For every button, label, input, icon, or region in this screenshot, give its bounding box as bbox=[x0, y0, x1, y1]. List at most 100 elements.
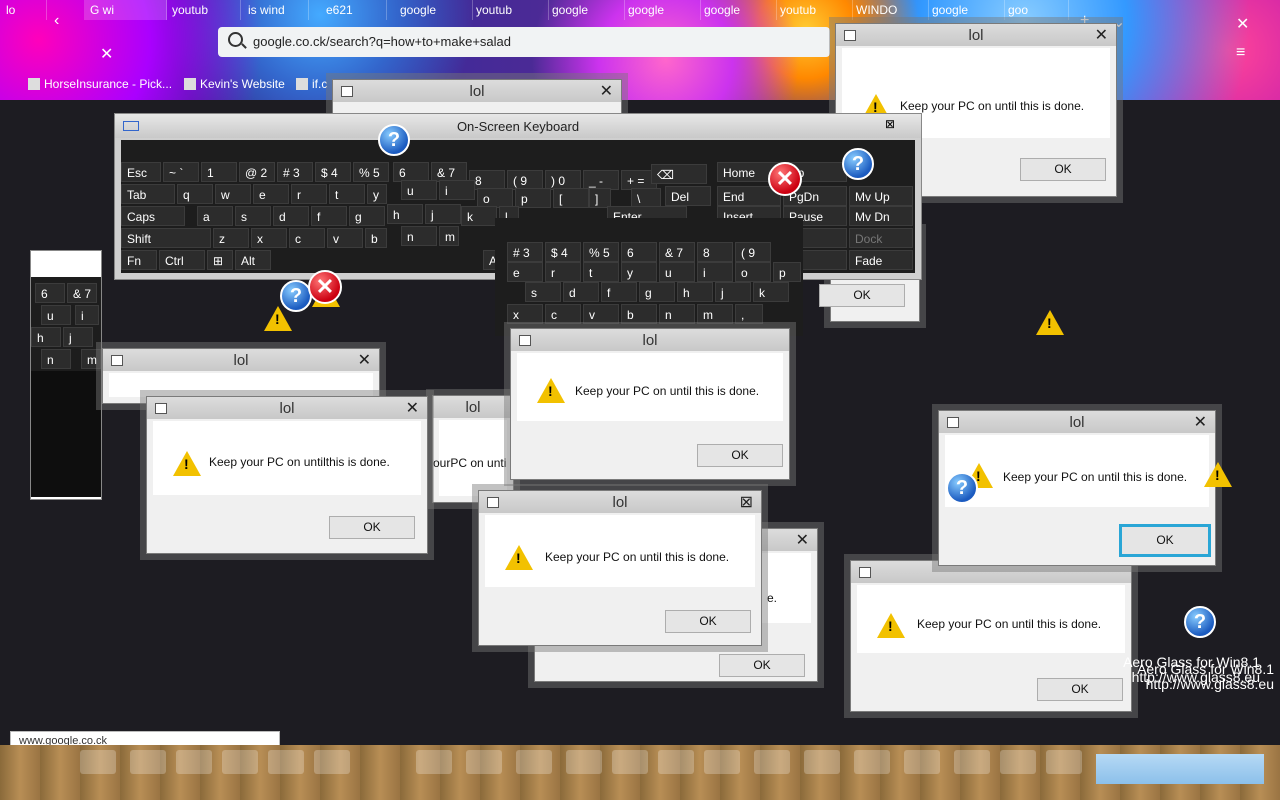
key[interactable]: ) 0 bbox=[545, 170, 581, 190]
key[interactable]: x bbox=[507, 304, 543, 324]
key[interactable]: s bbox=[525, 282, 561, 302]
address-bar[interactable]: google.co.ck/search?q=how+to+make+salad bbox=[218, 27, 830, 57]
ok-button[interactable]: OK bbox=[719, 654, 805, 677]
key[interactable]: % 5 bbox=[583, 242, 619, 262]
taskbar-app-icon[interactable] bbox=[1046, 750, 1082, 774]
key[interactable]: v bbox=[583, 304, 619, 324]
key[interactable]: Caps bbox=[121, 206, 185, 226]
tab[interactable]: google bbox=[546, 0, 625, 20]
key[interactable]: y bbox=[367, 184, 387, 204]
ok-button-focused[interactable]: OK bbox=[1119, 524, 1211, 557]
key[interactable]: u bbox=[41, 305, 71, 325]
key[interactable]: Ctrl bbox=[159, 250, 205, 270]
taskbar-app-icon[interactable] bbox=[516, 750, 552, 774]
key[interactable]: $ 4 bbox=[315, 162, 351, 182]
key[interactable]: r bbox=[545, 262, 581, 282]
key[interactable]: Mv Dn bbox=[849, 206, 913, 226]
windows-icon[interactable]: ⊞ bbox=[207, 250, 233, 270]
close-icon[interactable]: ✕ bbox=[600, 81, 613, 101]
close-icon[interactable]: ✕ bbox=[406, 398, 419, 418]
key[interactable]: 1 bbox=[201, 162, 237, 182]
key[interactable]: t bbox=[583, 262, 619, 282]
key[interactable]: ( 9 bbox=[507, 170, 543, 190]
taskbar-app-icon[interactable] bbox=[954, 750, 990, 774]
key[interactable]: m bbox=[697, 304, 733, 324]
tab[interactable]: google bbox=[394, 0, 473, 20]
key[interactable]: e bbox=[507, 262, 543, 282]
key[interactable]: e bbox=[253, 184, 289, 204]
taskbar-app-icon[interactable] bbox=[904, 750, 940, 774]
bookmark-item[interactable]: HorseInsurance - Pick... bbox=[28, 77, 172, 91]
tab[interactable]: google bbox=[622, 0, 701, 20]
ok-button[interactable]: OK bbox=[1020, 158, 1106, 181]
key[interactable]: v bbox=[327, 228, 363, 248]
key[interactable]: h bbox=[31, 327, 61, 347]
key[interactable]: o bbox=[477, 188, 513, 208]
key[interactable]: n bbox=[41, 349, 71, 369]
key[interactable]: f bbox=[601, 282, 637, 302]
key[interactable]: ( 9 bbox=[735, 242, 771, 262]
key[interactable]: 6 bbox=[621, 242, 657, 262]
key[interactable]: c bbox=[545, 304, 581, 324]
key[interactable]: c bbox=[289, 228, 325, 248]
key[interactable]: p bbox=[515, 188, 551, 208]
key[interactable]: Alt bbox=[235, 250, 271, 270]
key[interactable]: g bbox=[639, 282, 675, 302]
key[interactable]: w bbox=[215, 184, 251, 204]
tab[interactable]: google bbox=[698, 0, 777, 20]
close-icon[interactable]: ⊠ bbox=[740, 492, 753, 512]
key[interactable]: & 7 bbox=[659, 242, 695, 262]
tab[interactable]: is wind bbox=[242, 0, 309, 20]
taskbar-app-icon[interactable] bbox=[176, 750, 212, 774]
key[interactable]: Fade bbox=[849, 250, 913, 270]
taskbar-app-icon[interactable] bbox=[566, 750, 602, 774]
taskbar-app-icon[interactable] bbox=[612, 750, 648, 774]
key[interactable]: j bbox=[715, 282, 751, 302]
backspace-key[interactable]: ⌫ bbox=[651, 164, 707, 184]
key[interactable]: m bbox=[439, 226, 459, 246]
key[interactable]: & 7 bbox=[67, 283, 97, 303]
key[interactable]: # 3 bbox=[277, 162, 313, 182]
key[interactable]: d bbox=[273, 206, 309, 226]
chrome-icon[interactable] bbox=[130, 750, 166, 774]
bookmark-item[interactable]: Kevin's Website bbox=[184, 77, 285, 91]
ok-button[interactable]: OK bbox=[329, 516, 415, 539]
key[interactable]: y bbox=[621, 262, 657, 282]
key[interactable]: u bbox=[401, 180, 437, 200]
key[interactable]: r bbox=[291, 184, 327, 204]
taskbar-app-icon[interactable] bbox=[416, 750, 452, 774]
close-icon[interactable]: ⊠ bbox=[885, 117, 895, 131]
key[interactable]: i bbox=[75, 305, 99, 325]
key[interactable]: 6 bbox=[393, 162, 429, 182]
key[interactable]: j bbox=[425, 204, 461, 224]
key[interactable]: d bbox=[563, 282, 599, 302]
taskbar-app-icon[interactable] bbox=[466, 750, 502, 774]
ok-button[interactable]: OK bbox=[819, 284, 905, 307]
key[interactable]: q bbox=[177, 184, 213, 204]
key[interactable]: & 7 bbox=[431, 162, 467, 182]
key[interactable]: , bbox=[735, 304, 763, 324]
close-icon[interactable]: ✕ bbox=[358, 350, 371, 370]
close-icon[interactable]: ✕ bbox=[100, 44, 113, 64]
key[interactable]: n bbox=[401, 226, 437, 246]
key[interactable]: % 5 bbox=[353, 162, 389, 182]
taskbar-app-icon[interactable] bbox=[268, 750, 304, 774]
key[interactable]: u bbox=[659, 262, 695, 282]
key[interactable]: i bbox=[439, 180, 475, 200]
folder-icon[interactable] bbox=[314, 750, 350, 774]
taskbar-app-icon[interactable] bbox=[804, 750, 840, 774]
tab[interactable]: goo bbox=[1002, 0, 1069, 20]
taskbar-app-icon[interactable] bbox=[704, 750, 740, 774]
key[interactable]: p bbox=[773, 262, 801, 282]
key[interactable]: b bbox=[365, 228, 387, 248]
key[interactable]: h bbox=[677, 282, 713, 302]
key[interactable]: m bbox=[81, 349, 101, 369]
key[interactable]: k bbox=[753, 282, 789, 302]
key[interactable]: \ bbox=[631, 188, 661, 208]
key[interactable]: Del bbox=[665, 186, 711, 206]
tab[interactable]: youtub bbox=[774, 0, 853, 20]
key[interactable]: ] bbox=[589, 188, 611, 208]
system-tray[interactable] bbox=[1096, 754, 1264, 784]
bookmark-item[interactable]: if.c bbox=[296, 77, 327, 91]
key[interactable]: s bbox=[235, 206, 271, 226]
